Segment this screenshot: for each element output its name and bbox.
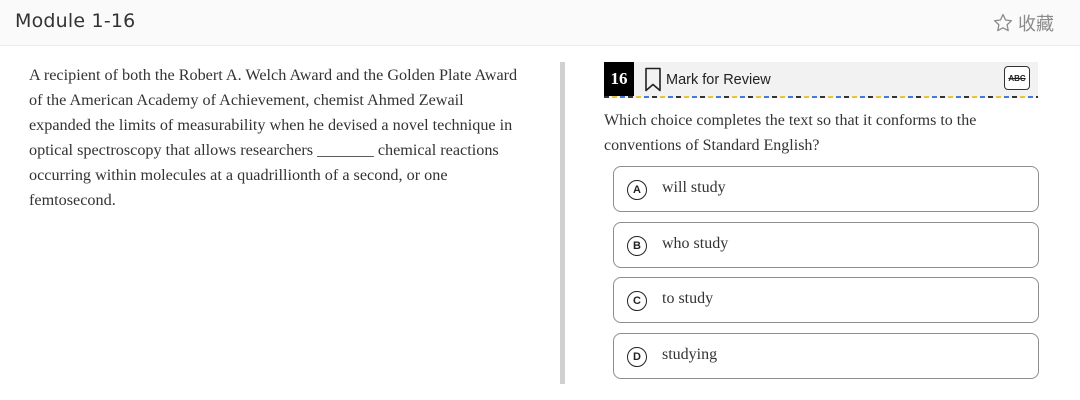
choice-d[interactable]: D studying	[613, 333, 1039, 379]
question-prompt: Which choice completes the text so that …	[604, 112, 977, 154]
header-dashed-divider	[604, 96, 1038, 98]
favorite-button[interactable]: 收藏	[992, 10, 1054, 36]
choice-letter: C	[627, 291, 647, 311]
mark-for-review-label[interactable]: Mark for Review	[666, 72, 771, 88]
star-icon	[993, 13, 1013, 32]
question-number: 16	[604, 62, 634, 96]
choice-letter: A	[627, 180, 647, 200]
choice-text: to study	[662, 290, 714, 307]
choice-text: who study	[662, 235, 729, 252]
choice-b[interactable]: B who study	[613, 222, 1039, 268]
abc-strikethrough-icon: ABC	[1008, 73, 1026, 83]
choice-letter: D	[627, 347, 647, 367]
pane-divider[interactable]	[560, 62, 565, 384]
choice-text: studying	[662, 346, 718, 363]
module-title: Module 1-16	[15, 10, 136, 32]
question-header: 16 Mark for Review ABC	[604, 62, 1038, 98]
favorite-label: 收藏	[1018, 14, 1054, 35]
answer-eliminator-button[interactable]: ABC	[1004, 66, 1030, 90]
choice-c[interactable]: C to study	[613, 277, 1039, 323]
choice-a[interactable]: A will study	[613, 166, 1039, 212]
passage-text: A recipient of both the Robert A. Welch …	[29, 66, 518, 209]
choice-text: will study	[662, 179, 726, 196]
choice-letter: B	[627, 236, 647, 256]
bookmark-icon[interactable]	[644, 67, 662, 93]
top-bar: Module 1-16 收藏	[0, 0, 1080, 46]
